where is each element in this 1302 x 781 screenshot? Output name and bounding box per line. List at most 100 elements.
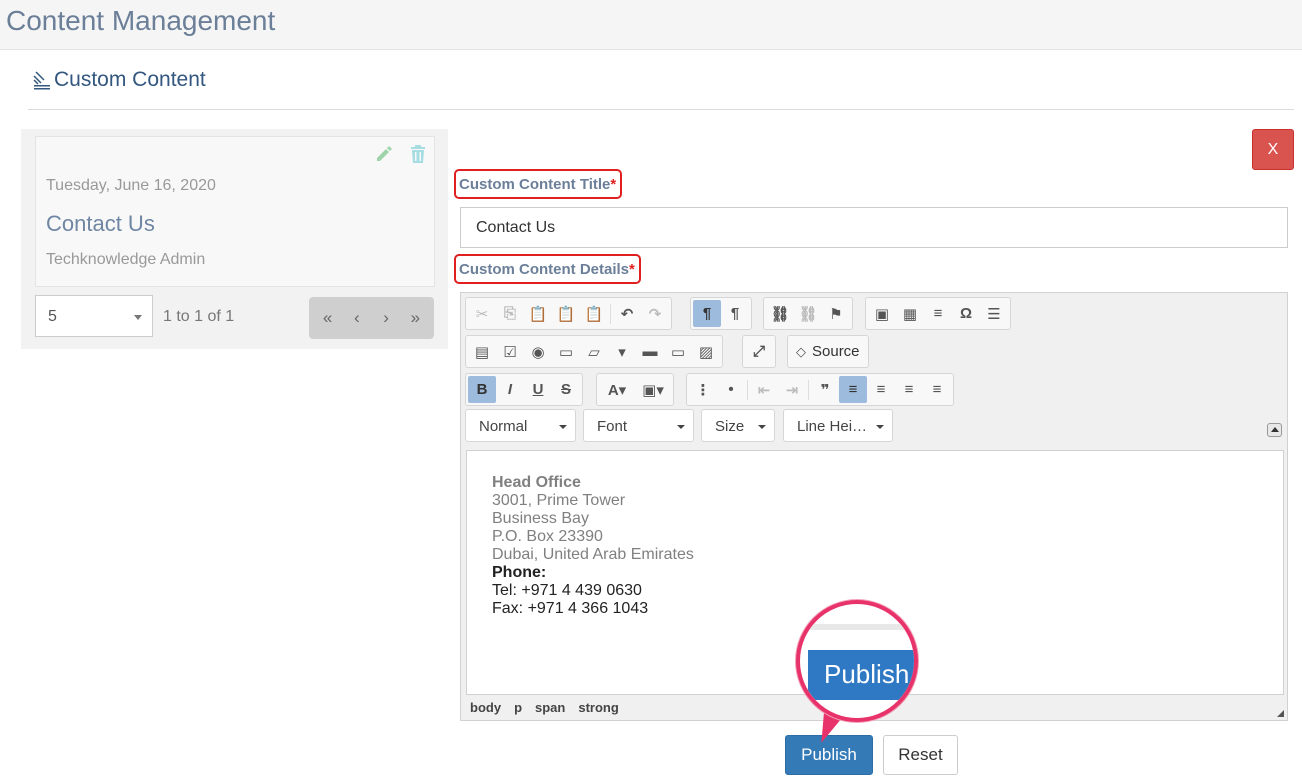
page-break-icon[interactable]: ☰ [980,300,1008,327]
content-tel: Tel: +971 4 439 0630 [492,582,642,599]
font-combo[interactable]: Font [583,409,694,442]
maximize-icon[interactable]: ⤢ [745,338,773,365]
content-line: 3001, Prime Tower [492,492,626,509]
section-header: Custom Content [32,68,206,92]
element-path-bar: body p span strong [470,700,619,715]
path-item[interactable]: span [535,700,565,715]
copy-icon[interactable]: ⎘ [496,300,524,327]
content-date: Tuesday, June 16, 2020 [46,177,216,194]
path-item[interactable]: body [470,700,501,715]
toolbar-separator [808,379,809,400]
details-label-text: Custom Content Details [459,261,630,278]
required-mark: * [629,261,635,278]
magnified-publish-button: Publish [808,650,914,700]
image-icon[interactable]: ▣ [868,300,896,327]
numbered-list-icon[interactable]: ⋮ [689,376,717,403]
page-size-value: 5 [48,308,57,325]
insert-group: ▣ ▦ ≡ Ω ☰ [865,297,1011,330]
content-phone-label: Phone: [492,564,547,581]
section-divider [28,109,1294,110]
title-input[interactable]: Contact Us [460,207,1288,248]
redo-icon[interactable]: ↷ [641,300,669,327]
bulleted-list-icon[interactable]: • [717,376,745,403]
image-button-icon[interactable]: ▭ [664,338,692,365]
collapse-toolbar-button[interactable] [1267,423,1282,437]
source-button[interactable]: ◇ Source [787,335,869,368]
path-item[interactable]: p [514,700,522,715]
next-page-button[interactable]: › [373,308,399,328]
align-left-icon[interactable]: ≡ [839,376,867,403]
justify-icon[interactable]: ≡ [923,376,951,403]
close-button[interactable]: X [1252,129,1294,170]
required-mark: * [610,176,617,193]
form-icon[interactable]: ▤ [468,338,496,365]
content-card[interactable]: Tuesday, June 16, 2020 Contact Us Techkn… [35,136,435,287]
content-title[interactable]: Contact Us [46,211,155,237]
content-line: Dubai, United Arab Emirates [492,546,694,563]
color-group: A▾ ▣▾ [596,373,674,406]
source-label: Source [812,343,860,360]
special-char-icon[interactable]: Ω [952,300,980,327]
ltr-icon[interactable]: ¶ [693,300,721,327]
blockquote-icon[interactable]: ❞ [811,376,839,403]
page-title: Content Management [6,5,276,36]
button-icon[interactable]: ▬ [636,338,664,365]
paste-text-icon[interactable]: 📋 [552,300,580,327]
textarea-icon[interactable]: ▱ [580,338,608,365]
path-item[interactable]: strong [578,700,618,715]
radio-icon[interactable]: ◉ [524,338,552,365]
align-center-icon[interactable]: ≡ [867,376,895,403]
content-heading: Head Office [492,474,581,491]
details-label: Custom Content Details* [454,254,641,284]
source-icon: ◇ [796,343,806,359]
line-height-combo[interactable]: Line Hei… [783,409,893,442]
title-label: Custom Content Title* [454,169,623,199]
size-combo-value: Size [715,418,745,435]
indent-icon[interactable]: ⇥ [778,376,806,403]
page-size-select[interactable]: 5 [35,295,153,337]
paste-word-icon[interactable]: 📋 [580,300,608,327]
hidden-field-icon[interactable]: ▨ [692,338,720,365]
bg-color-icon[interactable]: ▣▾ [635,376,671,403]
size-combo[interactable]: Size [701,409,775,442]
table-icon[interactable]: ▦ [896,300,924,327]
resize-handle[interactable] [1277,710,1284,717]
underline-icon[interactable]: U [524,376,552,403]
bold-icon[interactable]: B [468,376,496,403]
chevron-down-icon [758,425,766,429]
rtl-icon[interactable]: ¶ [721,300,749,327]
last-page-button[interactable]: » [402,308,428,328]
select-icon[interactable]: ▾ [608,338,636,365]
checkbox-icon[interactable]: ☑ [496,338,524,365]
prev-page-button[interactable]: ‹ [344,308,370,328]
trash-icon[interactable] [410,145,426,163]
outdent-icon[interactable]: ⇤ [750,376,778,403]
textfield-icon[interactable]: ▭ [552,338,580,365]
anchor-flag-icon[interactable]: ⚑ [822,300,850,327]
paste-icon[interactable]: 📋 [524,300,552,327]
content-line: Business Bay [492,510,589,527]
cut-icon[interactable]: ✂ [468,300,496,327]
link-icon[interactable]: ⛓ [766,300,794,327]
content-author: Techknowledge Admin [46,251,206,268]
magnifier-divider [800,624,914,630]
magnifier-callout: Publish [796,600,918,722]
page-header: Content Management [0,0,1302,50]
pager-info: 1 to 1 of 1 [163,308,235,325]
text-color-icon[interactable]: A▾ [599,376,635,403]
chevron-down-icon [677,425,685,429]
strike-icon[interactable]: S [552,376,580,403]
direction-group: ¶ ¶ [690,297,752,330]
form-controls-group: ▤ ☑ ◉ ▭ ▱ ▾ ▬ ▭ ▨ [465,335,723,368]
align-right-icon[interactable]: ≡ [895,376,923,403]
format-combo[interactable]: Normal [465,409,576,442]
undo-icon[interactable]: ↶ [613,300,641,327]
toolbar-separator [747,379,748,400]
reset-button[interactable]: Reset [883,735,958,775]
first-page-button[interactable]: « [315,308,341,328]
unlink-icon[interactable]: ⛓ [794,300,822,327]
italic-icon[interactable]: I [496,376,524,403]
horizontal-rule-icon[interactable]: ≡ [924,300,952,327]
pencil-icon[interactable] [374,145,392,163]
chevron-down-icon [876,425,884,429]
